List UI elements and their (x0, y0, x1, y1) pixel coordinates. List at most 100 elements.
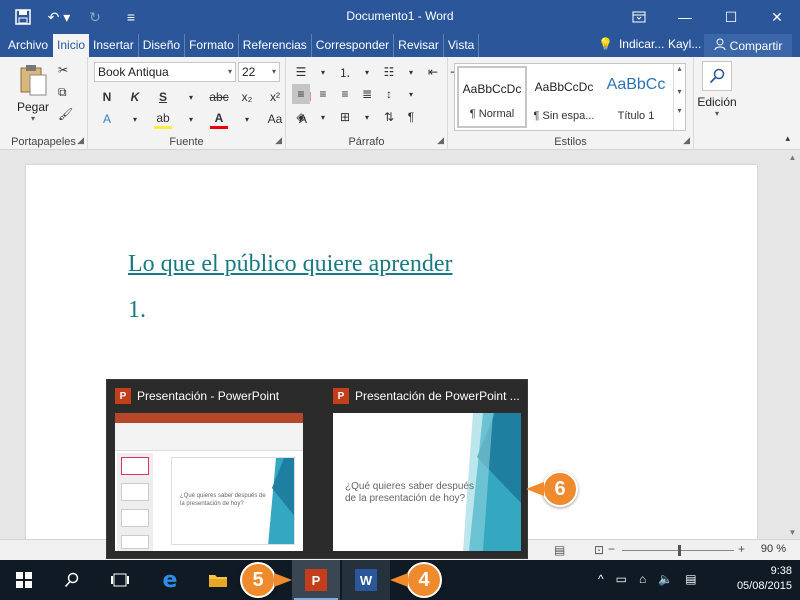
edge-button[interactable]: e (146, 560, 194, 600)
close-icon[interactable]: ✕ (754, 0, 800, 34)
font-color-icon[interactable]: A (210, 109, 228, 129)
scroll-down-icon[interactable]: ▼ (785, 528, 800, 537)
subscript-icon[interactable]: x₂ (238, 87, 256, 107)
font-launcher-icon[interactable]: ◢ (275, 135, 282, 146)
chevron-up-icon[interactable]: ^ (598, 572, 604, 586)
preview-thumbnail[interactable]: ¿Qué quieres saber después de la present… (333, 413, 521, 551)
multilevel-list-icon[interactable]: ☷ (380, 62, 398, 82)
numbering-dropdown-icon[interactable]: ▾ (358, 62, 376, 82)
preview-thumbnail[interactable]: ¿Qué quieres saber después de la present… (115, 413, 303, 551)
chevron-down-icon[interactable]: ▾ (674, 87, 685, 96)
line-spacing-dropdown-icon[interactable]: ▾ (402, 84, 420, 104)
bullets-icon[interactable]: ☰ (292, 62, 310, 82)
taskbar-clock[interactable]: 9:38 05/08/2015 (737, 564, 792, 594)
search-button[interactable] (48, 560, 96, 600)
decrease-indent-icon[interactable]: ⇤ (424, 62, 442, 82)
zoom-level[interactable]: 90 % (761, 543, 786, 555)
font-name-combo[interactable]: Book Antiqua ▾ (94, 62, 236, 82)
highlight-icon[interactable]: ab (154, 109, 172, 129)
editing-button[interactable]: Edición ▾ (694, 61, 740, 118)
task-view-button[interactable] (96, 560, 144, 600)
text-effects-dropdown-icon[interactable]: ▾ (126, 109, 144, 129)
zoom-slider-knob[interactable] (678, 545, 681, 556)
user-name[interactable]: Kayl... (668, 37, 701, 51)
zoom-in-icon[interactable]: + (738, 542, 745, 556)
zoom-slider[interactable] (622, 545, 734, 556)
underline-dropdown-icon[interactable]: ▾ (182, 87, 200, 107)
chevron-up-icon[interactable]: ▴ (674, 64, 685, 73)
justify-icon[interactable]: ≣ (358, 84, 376, 104)
align-center-icon[interactable]: ≡ (314, 84, 332, 104)
preview-slide-text: ¿Qué quieres saber después de la present… (345, 481, 474, 504)
borders-icon[interactable]: ⊞ (336, 107, 354, 127)
list-item-number[interactable]: 1. (128, 297, 146, 324)
bold-icon[interactable]: N (98, 87, 116, 107)
show-marks-icon[interactable]: ¶ (402, 107, 420, 127)
tab-vista[interactable]: Vista (444, 34, 480, 57)
font-color-dropdown-icon[interactable]: ▾ (238, 109, 256, 129)
paste-button[interactable]: Pegar ▾ (10, 63, 56, 123)
print-layout-icon[interactable]: ▤ (554, 543, 565, 557)
format-painter-icon[interactable]: 🖌 (58, 107, 73, 121)
tab-corresponder[interactable]: Corresponder (312, 34, 395, 57)
paragraph-launcher-icon[interactable]: ◢ (437, 135, 444, 146)
thumbnail-preview-2[interactable]: P Presentación de PowerPoint ... ¿Qué qu… (325, 380, 529, 560)
file-explorer-button[interactable] (194, 560, 242, 600)
document-heading[interactable]: Lo que el público quiere aprender (128, 251, 453, 278)
font-size-combo[interactable]: 22 ▾ (238, 62, 280, 82)
scroll-up-icon[interactable]: ▲ (785, 153, 800, 162)
volume-icon[interactable]: 🔈 (658, 572, 673, 586)
style-heading-1[interactable]: AaBbCc Título 1 (601, 66, 671, 128)
web-layout-icon[interactable]: ⊡ (594, 543, 604, 557)
tab-revisar[interactable]: Revisar (394, 34, 444, 57)
style-normal[interactable]: AaBbCcDc ¶ Normal (457, 66, 527, 128)
style-no-spacing[interactable]: AaBbCcDc ¶ Sin espa... (529, 66, 599, 128)
clipboard-launcher-icon[interactable]: ◢ (77, 135, 84, 146)
callout-6-pointer (526, 482, 544, 496)
ribbon-display-options-icon[interactable] (616, 0, 662, 34)
superscript-icon[interactable]: x² (266, 87, 284, 107)
bullets-dropdown-icon[interactable]: ▾ (314, 62, 332, 82)
highlight-dropdown-icon[interactable]: ▾ (182, 109, 200, 129)
sort-icon[interactable]: ⇅ (380, 107, 398, 127)
shading-icon[interactable]: ◈ (292, 107, 310, 127)
tab-diseno[interactable]: Diseño (139, 34, 186, 57)
copy-icon[interactable]: ⧉ (58, 85, 67, 100)
strikethrough-icon[interactable]: abc (209, 87, 228, 107)
powerpoint-taskbar-button[interactable]: P (292, 560, 340, 600)
word-taskbar-button[interactable]: W (342, 560, 390, 600)
network-icon[interactable]: ⌂ (639, 572, 646, 586)
maximize-icon[interactable]: ☐ (708, 0, 754, 34)
tab-formato[interactable]: Formato (185, 34, 239, 57)
numbering-icon[interactable]: ⒈ (336, 62, 354, 82)
notifications-icon[interactable]: ▤ (685, 572, 696, 586)
change-case-icon[interactable]: Aa (266, 109, 284, 129)
styles-scroll[interactable]: ▴ ▾ ▾ (673, 64, 685, 130)
tab-referencias[interactable]: Referencias (239, 34, 312, 57)
share-button[interactable]: Compartir (704, 34, 792, 57)
thumbnail-preview-1[interactable]: P Presentación - PowerPoint ¿Qué quieres… (107, 380, 319, 560)
collapse-ribbon-icon[interactable]: ▴ (785, 133, 790, 144)
start-button[interactable] (0, 560, 48, 600)
multilevel-dropdown-icon[interactable]: ▾ (402, 62, 420, 82)
vertical-scrollbar[interactable]: ▲ ▼ (785, 151, 800, 539)
tab-insertar[interactable]: Insertar (89, 34, 139, 57)
zoom-out-icon[interactable]: − (608, 542, 615, 556)
shading-dropdown-icon[interactable]: ▾ (314, 107, 332, 127)
battery-icon[interactable]: ▭ (616, 572, 627, 586)
tell-me-box[interactable]: 💡 Indicar... (598, 37, 664, 51)
style-name: Título 1 (617, 110, 655, 122)
styles-launcher-icon[interactable]: ◢ (683, 135, 690, 146)
tab-inicio[interactable]: Inicio (53, 34, 90, 57)
tab-archivo[interactable]: Archivo (4, 34, 53, 57)
align-right-icon[interactable]: ≡ (336, 84, 354, 104)
more-styles-icon[interactable]: ▾ (674, 106, 685, 115)
minimize-icon[interactable]: — (662, 0, 708, 34)
text-effects-icon[interactable]: A (98, 109, 116, 129)
align-left-icon[interactable]: ≡ (292, 84, 310, 104)
line-spacing-icon[interactable]: ↕ (380, 84, 398, 104)
italic-icon[interactable]: K (126, 87, 144, 107)
cut-icon[interactable]: ✂ (58, 63, 68, 77)
borders-dropdown-icon[interactable]: ▾ (358, 107, 376, 127)
underline-icon[interactable]: S (154, 87, 172, 107)
